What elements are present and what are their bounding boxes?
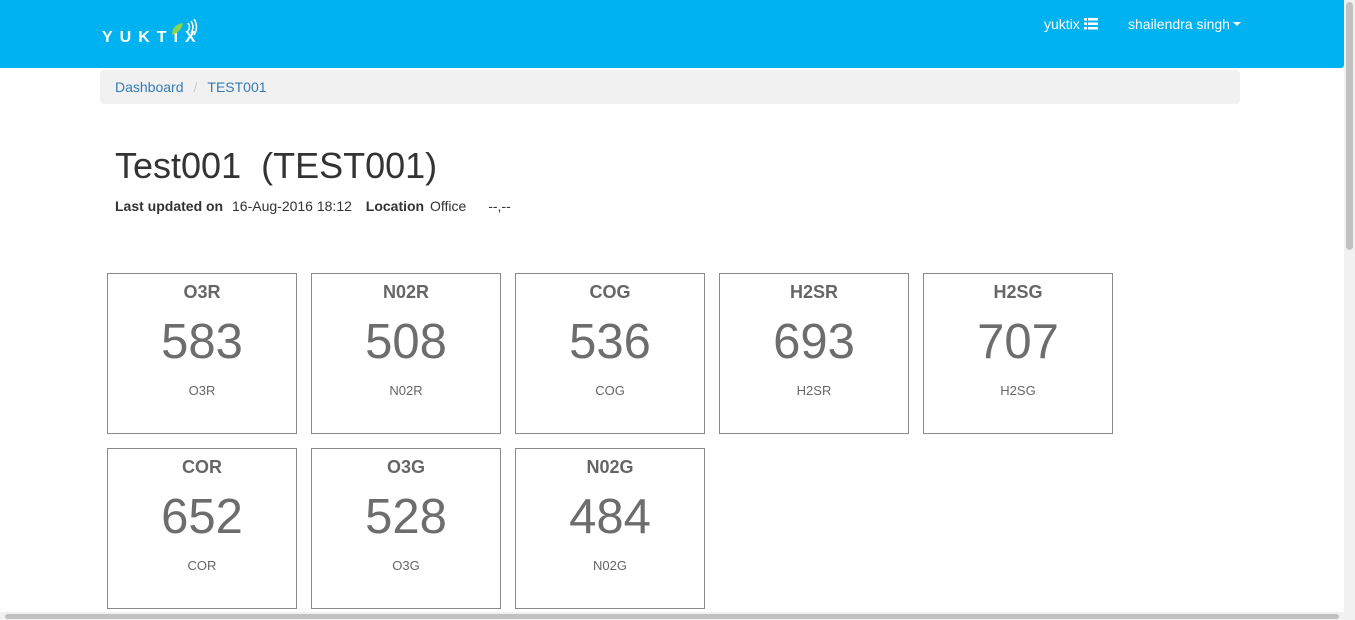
sensor-tile[interactable]: N02G 484 N02G: [515, 448, 705, 609]
tile-value: 528: [365, 490, 447, 544]
tile-heading: O3G: [386, 457, 425, 477]
tile-heading: N02R: [382, 282, 430, 302]
brand-menu[interactable]: yuktix: [1044, 16, 1098, 32]
tile-heading: O3R: [183, 282, 221, 302]
location-label: Location: [365, 198, 425, 214]
sensor-tile[interactable]: COG 536 COG: [515, 273, 705, 434]
sensor-tile[interactable]: COR 652 COR: [107, 448, 297, 609]
tile-unit: COG: [595, 383, 625, 398]
list-icon: [1083, 18, 1098, 30]
tile-unit: H2SG: [1000, 383, 1036, 398]
vertical-scrollbar-thumb[interactable]: [1346, 2, 1353, 250]
sensor-tile[interactable]: N02R 508 N02R: [311, 273, 501, 434]
breadcrumb: Dashboard / TEST001: [100, 70, 1240, 104]
tile-heading: H2SR: [789, 282, 838, 302]
tile-unit: O3G: [392, 558, 420, 573]
tile-unit: N02G: [593, 558, 627, 573]
tile-heading: COG: [589, 282, 631, 302]
leaf-signal-icon: [172, 19, 198, 36]
tile-value: 693: [773, 315, 855, 369]
sensor-tile[interactable]: H2SG 707 H2SG: [923, 273, 1113, 434]
breadcrumb-separator: /: [193, 79, 198, 95]
yuktix-logo[interactable]: YUKTIX: [102, 19, 202, 49]
sensor-tile[interactable]: H2SR 693 H2SR: [719, 273, 909, 434]
tile-value: 583: [161, 315, 243, 369]
sensor-tile[interactable]: O3R 583 O3R: [107, 273, 297, 434]
sensor-tile[interactable]: O3G 528 O3G: [311, 448, 501, 609]
tile-unit: O3R: [188, 383, 216, 398]
horizontal-scrollbar-thumb[interactable]: [5, 614, 1339, 619]
caret-down-icon: [1232, 22, 1241, 26]
last-updated-label: Last updated on: [115, 198, 224, 214]
horizontal-scrollbar[interactable]: [0, 612, 1344, 620]
user-menu-label: shailendra singh: [1128, 16, 1230, 32]
tile-heading: H2SG: [993, 282, 1043, 302]
last-updated-value: 16-Aug-2016 18:12: [232, 198, 352, 214]
tile-value: 508: [365, 315, 447, 369]
coordinates-value: --,--: [488, 198, 511, 214]
tile-unit: N02R: [389, 383, 423, 398]
top-navbar: YUKTIX yuktix shailendra singh: [0, 0, 1344, 68]
user-menu[interactable]: shailendra singh: [1128, 16, 1241, 32]
tile-value: 536: [569, 315, 651, 369]
location-value: Office: [430, 198, 467, 214]
device-meta: Last updated on 16-Aug-2016 18:12 Locati…: [115, 198, 511, 214]
page-title: Test001 (TEST001): [115, 145, 438, 186]
tile-unit: COR: [187, 558, 217, 573]
tile-heading: N02G: [586, 457, 634, 477]
vertical-scrollbar[interactable]: [1344, 0, 1355, 620]
tile-heading: COR: [182, 457, 222, 477]
brand-menu-label: yuktix: [1044, 16, 1080, 32]
tile-value: 652: [161, 490, 243, 544]
tile-unit: H2SR: [796, 383, 832, 398]
tile-value: 484: [569, 490, 651, 544]
breadcrumb-device-link[interactable]: TEST001: [207, 79, 266, 95]
breadcrumb-dashboard-link[interactable]: Dashboard: [115, 79, 184, 95]
tile-value: 707: [977, 315, 1059, 369]
